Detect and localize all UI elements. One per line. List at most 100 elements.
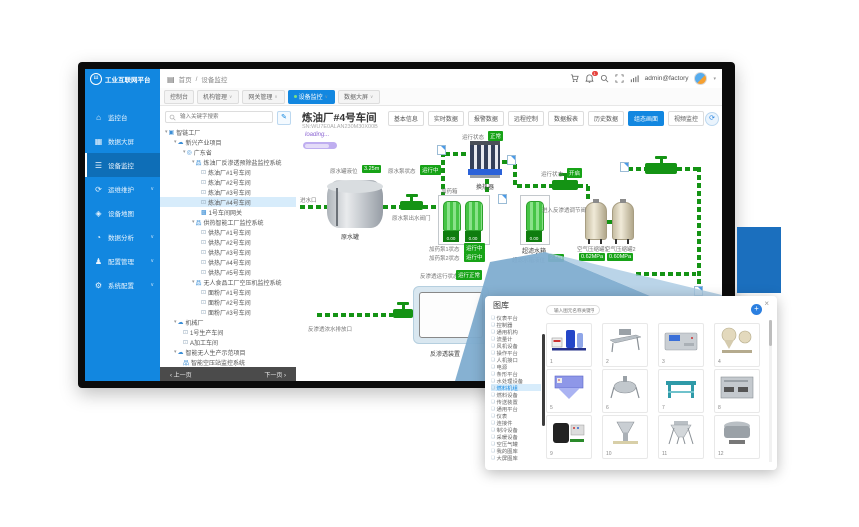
app-logo: ш 工业互联网平台 [85, 69, 160, 88]
gallery-item-vibrating-sieve[interactable]: 12 [714, 415, 760, 459]
fullscreen-icon[interactable] [615, 74, 624, 83]
gallery-item-feeder-hopper[interactable]: 10 [602, 415, 648, 459]
tab-2[interactable]: 机构管理∨ [197, 90, 239, 104]
diagram-air-tank1-label: 空气压缩罐1 [577, 245, 608, 253]
tree-search-input[interactable] [178, 113, 272, 121]
gallery-item-cyclone-separators[interactable]: 4 [714, 323, 760, 367]
tree-node-label: 智能空压站监控系统 [191, 358, 245, 367]
tree-prev-button[interactable]: ‹ 上一页 [170, 370, 192, 379]
tree-node-label: 智能无人生产示范项目 [186, 348, 246, 357]
diagram-ro-valve-label: 进入反渗透调节阀 [542, 206, 586, 214]
diagram-inlet-label: 进水口 [300, 196, 317, 204]
conveyor-hopper-image [606, 326, 644, 356]
cart-icon[interactable] [570, 74, 579, 83]
sidebar-item-label: 数据分析 [108, 232, 134, 242]
tree-node[interactable]: ⊡炼油厂#3号车间 [160, 187, 297, 197]
tree-node[interactable]: ⊡供热厂#3号车间 [160, 247, 297, 257]
tree-node[interactable]: ⊡面粉厂#2号车间 [160, 297, 297, 307]
tree-next-button[interactable]: 下一页 › [264, 370, 286, 379]
diagram-uf-level-label: 超滤水箱液位 [512, 256, 545, 264]
tree-node[interactable]: ▩1号车间网关 [160, 207, 297, 217]
tree-node[interactable]: ▾品供热智能工厂监控系统 [160, 217, 297, 227]
pin-icon: ◎ [187, 149, 192, 156]
tree-caret-icon: ▾ [174, 319, 177, 325]
device-list-icon: ☰ [94, 161, 103, 170]
tree-node[interactable]: ⊡面粉厂#1号车间 [160, 287, 297, 297]
tree-search-box[interactable] [165, 111, 273, 123]
user-menu-caret-icon[interactable]: ▾ [713, 76, 716, 82]
tree-node[interactable]: ▾☁机械厂 [160, 317, 297, 327]
sidebar-item-1[interactable]: ⌂监控台 [85, 105, 160, 129]
water-treatment-station-image [550, 326, 588, 356]
tab-3[interactable]: 网关管理∨ [242, 90, 284, 104]
diagram-drain-label: 反渗透浓水排放口 [308, 325, 352, 333]
gallery-item-hopper-machine[interactable]: 5 [546, 369, 592, 413]
tree-node[interactable]: ⊡供热厂#4号车间 [160, 257, 297, 267]
diagram-uf-level-value: 2.8m [548, 254, 564, 262]
gallery-item-work-table[interactable]: 7 [658, 369, 704, 413]
gallery-item-number: 2 [606, 359, 609, 365]
tree-node[interactable]: ▾☁新兴产业项目 [160, 137, 297, 147]
sidebar-item-6[interactable]: ◔数据分析∨ [85, 225, 160, 249]
gallery-item-vent-machine[interactable]: 8 [714, 369, 760, 413]
vibrating-sieve-image [718, 418, 756, 448]
sidebar-item-7[interactable]: ♟配置管理∨ [85, 249, 160, 273]
tree-node[interactable]: ⊡A加工车间 [160, 337, 297, 347]
tree-caret-icon: ▾ [183, 149, 186, 155]
tree-node-label: 炼油厂#3号车间 [208, 188, 251, 197]
tree-node[interactable]: ⊡供热厂#1号车间 [160, 227, 297, 237]
diagram-raw-tank-level-label: 原水罐液位 [330, 167, 358, 175]
gallery-item-water-treatment-station[interactable]: 1 [546, 323, 592, 367]
sidebar-item-5[interactable]: ◈设备地图 [85, 201, 160, 225]
tree-node[interactable]: ⊡炼油厂#1号车间 [160, 167, 297, 177]
ws-icon: ⊡ [201, 229, 206, 236]
sidebar-item-label: 设备监控 [108, 160, 134, 170]
tree-node[interactable]: ⊡炼油厂#4号车间 [160, 197, 297, 207]
tab-label: 设备监控 [299, 92, 323, 101]
chevron-down-icon: ∨ [150, 186, 154, 192]
tree-node-label: 供热智能工厂监控系统 [204, 218, 264, 227]
gallery-item-mixing-kettle[interactable]: 6 [602, 369, 648, 413]
tab-4[interactable]: 设备监控∨ [288, 90, 335, 104]
tree-node[interactable]: ⊡供热厂#2号车间 [160, 237, 297, 247]
sidebar: ⌂监控台▦数据大屏 ☰ 设备监控 ⟳运维维护∨◈设备地图◔数据分析∨♟配置管理∨⚙系统… [85, 88, 160, 381]
tree-node[interactable]: ▾品炼油厂反渗透预除盐监控系统 [160, 157, 297, 167]
gallery-item-chiller-unit[interactable]: 9 [546, 415, 592, 459]
notification-bell-icon[interactable]: 1 [585, 74, 594, 83]
signal-icon[interactable] [630, 74, 639, 83]
ops-icon: ⟳ [94, 185, 103, 194]
tree-node[interactable]: ▾◎广东省 [160, 147, 297, 157]
tree-node[interactable]: ▾☁智能无人生产示范项目 [160, 347, 297, 357]
sidebar-item-8[interactable]: ⚙系统配置∨ [85, 273, 160, 297]
sidebar-item-3[interactable]: ☰ 设备监控 [85, 153, 160, 177]
tree-node[interactable]: ⊡炼油厂#2号车间 [160, 177, 297, 187]
tree-edit-button[interactable]: ✎ [277, 111, 291, 125]
tree-node[interactable]: ▾品无人食品工厂空压机监控系统 [160, 277, 297, 287]
gallery-item-industrial-oven[interactable]: 3 [658, 323, 704, 367]
tree-node[interactable]: ⊡面粉厂#3号车间 [160, 307, 297, 317]
tree-node[interactable]: ⊡供热厂#5号车间 [160, 267, 297, 277]
user-name[interactable]: admin@factory [645, 75, 689, 82]
gallery-item-conveyor-hopper[interactable]: 2 [602, 323, 648, 367]
cloud-icon: ☁ [178, 139, 184, 146]
sidebar-item-4[interactable]: ⟳运维维护∨ [85, 177, 160, 201]
gallery-scrollbar[interactable] [769, 320, 772, 346]
gallery-item-hopper-stand[interactable]: 11 [658, 415, 704, 459]
collapse-menu-icon[interactable]: ▤ [167, 75, 175, 84]
app-header: ш 工业互联网平台 ▤ 首页 / 设备监控 1 [85, 69, 722, 89]
tab-1[interactable]: 控制台 [164, 90, 194, 104]
tree-node-label: 面粉厂#3号车间 [208, 308, 251, 317]
search-icon[interactable] [600, 74, 609, 83]
tree-search-icon [169, 114, 176, 121]
sidebar-item-2[interactable]: ▦数据大屏 [85, 129, 160, 153]
user-avatar[interactable] [694, 72, 707, 85]
ws-icon: ⊡ [201, 169, 206, 176]
tree-node[interactable]: ⊡1号生产车间 [160, 327, 297, 337]
tree-node[interactable]: 品智能空压站监控系统 [160, 357, 297, 367]
breadcrumb-home[interactable]: 首页 [179, 74, 192, 84]
tree-node-label: 面粉厂#1号车间 [208, 288, 251, 297]
tab-5[interactable]: 数据大屏∨ [338, 90, 380, 104]
net-icon: 品 [183, 358, 189, 367]
gear-icon: ⚙ [94, 281, 103, 290]
tree-node[interactable]: ▾▣智链工厂 [160, 127, 297, 137]
